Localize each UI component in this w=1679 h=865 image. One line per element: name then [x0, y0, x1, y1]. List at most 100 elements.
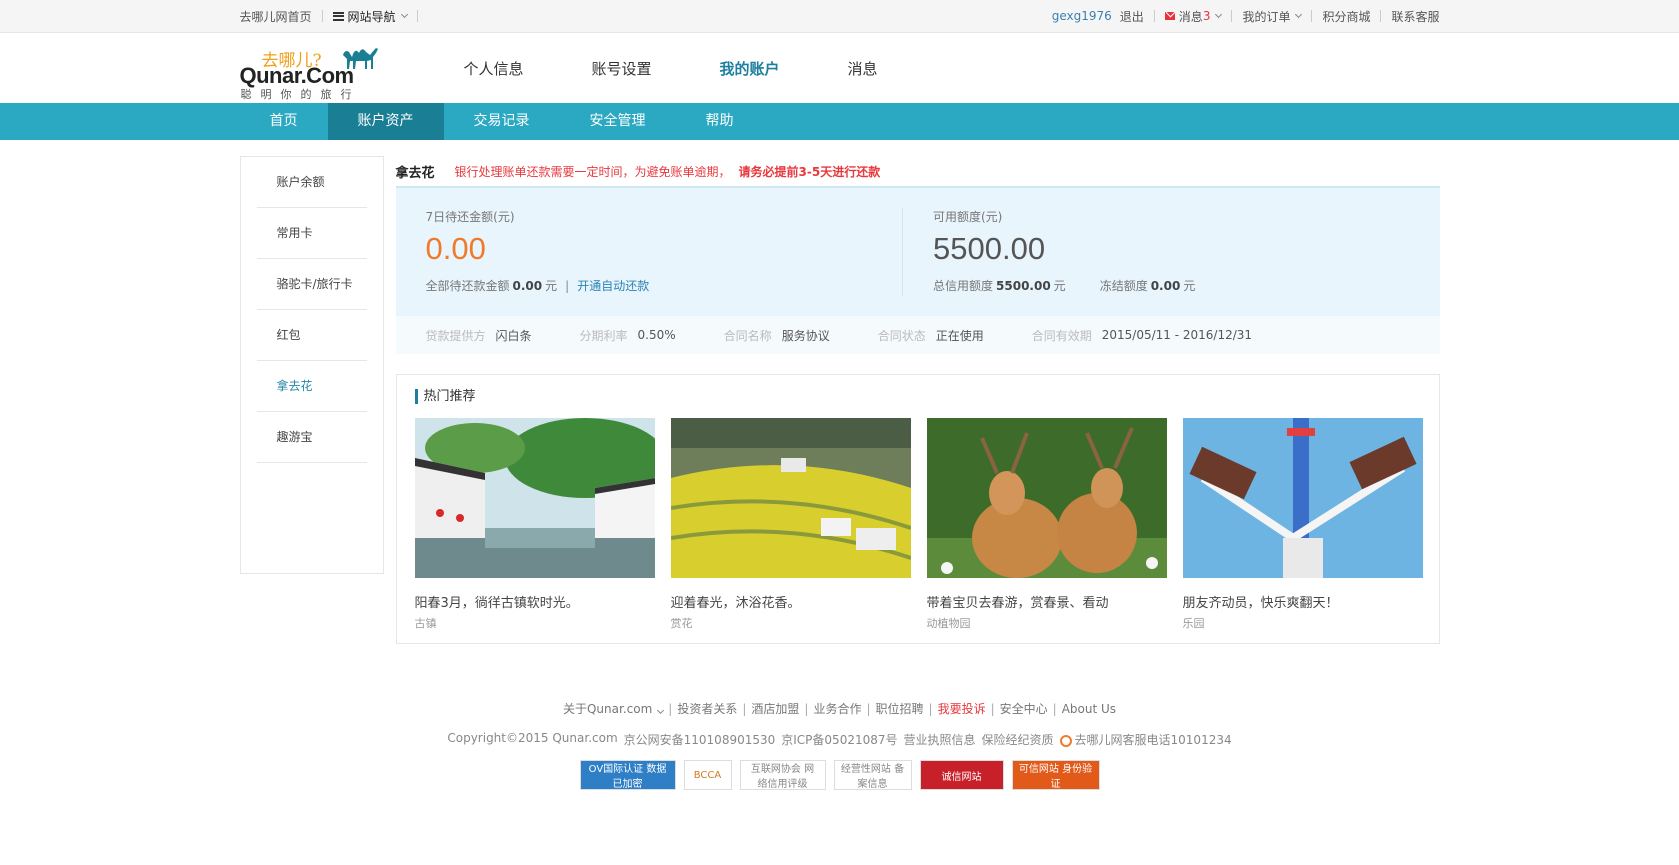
subnav-account-assets[interactable]: 账户资产	[327, 103, 444, 140]
provider-label: 贷款提供方	[425, 328, 486, 343]
divider	[416, 10, 418, 22]
trust-badges: OV国际认证 数据已加密 BCCA 互联网协会 网络信用评级 经营性网站 备案信…	[0, 760, 1679, 790]
footer-link-security[interactable]: 安全中心	[995, 700, 1053, 717]
card-tag: 动植物园	[926, 617, 971, 630]
contract-status-label: 合同状态	[877, 328, 926, 343]
notice-warning: 请务必提前3-5天进行还款	[738, 164, 881, 179]
sidebar-item-quyoubao[interactable]: 趣游宝	[256, 412, 367, 463]
sidebar-item-naquhua[interactable]: 拿去花	[256, 361, 367, 412]
badge-ov-cert[interactable]: OV国际认证 数据已加密	[579, 760, 676, 790]
footer-link-label: 关于Qunar.com	[562, 702, 653, 716]
unit-label: 元	[1053, 279, 1066, 293]
points-mall-link[interactable]: 积分商城	[1312, 8, 1380, 25]
sidebar-item-cards[interactable]: 常用卡	[256, 208, 367, 259]
qunar-logo[interactable]: 去哪儿? Qunar.Com 聪明你的旅行	[240, 38, 380, 101]
footer-link-about-us[interactable]: About Us	[1057, 702, 1121, 716]
logout-link[interactable]: 退出	[1116, 8, 1154, 25]
username: gexg1976	[1051, 9, 1112, 23]
nav-personal-info[interactable]: 个人信息	[430, 33, 558, 103]
orders-menu[interactable]: 我的订单	[1232, 8, 1311, 25]
credit-summary: 7日待还金额(元) 0.00 全部待还款金额 0.00 元 | 开通自动还款 可…	[395, 186, 1440, 316]
nav-messages[interactable]: 消息	[814, 33, 912, 103]
available-credit-label: 可用额度(元)	[933, 210, 1003, 224]
contract-period-label: 合同有效期	[1031, 328, 1092, 343]
orders-label: 我的订单	[1242, 9, 1291, 24]
frozen-credit-value: 0.00	[1150, 278, 1181, 293]
insurance-link[interactable]: 保险经纪资质	[982, 731, 1054, 748]
card-title: 带着宝贝去春游，赏春景、看动	[926, 596, 1109, 611]
contract-name-label: 合同名称	[723, 328, 772, 343]
notice-text: 银行处理账单还款需要一定时间，为避免账单逾期，	[454, 164, 731, 179]
credit-limit-summary: 可用额度(元) 5500.00 总信用额度 5500.00 元 冻结额度 0.0…	[902, 208, 1410, 296]
nav-account-settings[interactable]: 账号设置	[558, 33, 686, 103]
available-credit-value: 5500.00	[933, 231, 1046, 266]
footer-link-complaint[interactable]: 我要投诉	[933, 700, 991, 717]
total-repay-value: 0.00	[512, 278, 543, 293]
badge-credit-site[interactable]: 诚信网站	[919, 760, 1004, 790]
recommend-card[interactable]: 朋友齐动员，快乐爽翻天！ 乐园	[1182, 418, 1423, 631]
home-link[interactable]: 去哪儿网首页	[240, 8, 322, 25]
contract-status-value: 正在使用	[935, 328, 984, 343]
card-image-amusement-park	[1182, 418, 1423, 578]
phone-24h-icon	[1059, 734, 1072, 747]
sidebar-item-camel-card[interactable]: 骆驼卡/旅行卡	[256, 259, 367, 310]
page-title: 拿去花	[395, 165, 435, 181]
unit-label: 元	[1183, 279, 1196, 293]
subnav-home[interactable]: 首页	[240, 103, 328, 140]
rate-label: 分期利率	[579, 328, 628, 343]
sidebar-item-balance[interactable]: 账户余额	[256, 157, 367, 208]
contract-info: 贷款提供方 闪白条 分期利率 0.50% 合同名称 服务协议 合同状态 正在使用…	[395, 316, 1440, 354]
hotline-label: 去哪儿网客服电话10101234	[1074, 733, 1232, 747]
notice-bar: 拿去花 银行处理账单还款需要一定时间，为避免账单逾期， 请务必提前3-5天进行还…	[396, 156, 1440, 186]
sidebar-item-red-packet[interactable]: 红包	[256, 310, 367, 361]
footer-link-jobs[interactable]: 职位招聘	[871, 700, 929, 717]
recommend-card[interactable]: 带着宝贝去春游，赏春景、看动 动植物园	[926, 418, 1167, 631]
card-image-deer	[926, 418, 1167, 578]
recommend-card[interactable]: 阳春3月，徜徉古镇软时光。 古镇	[414, 418, 655, 631]
chevron-down-icon	[1295, 10, 1303, 19]
provider-value: 闪白条	[495, 328, 532, 343]
auto-repay-link[interactable]: 开通自动还款	[577, 277, 649, 294]
footer-link-hotel-join[interactable]: 酒店加盟	[746, 700, 804, 717]
card-image-flowers	[670, 418, 911, 578]
recommend-card[interactable]: 迎着春光，沐浴花香。 赏花	[670, 418, 911, 631]
username-link[interactable]: gexg1976	[1052, 9, 1116, 23]
footer-link-investors[interactable]: 投资者关系	[672, 700, 742, 717]
footer-copyright: Copyright©2015 Qunar.com 京公网安备1101089015…	[0, 731, 1679, 748]
icp-link-2[interactable]: 京ICP备05021087号	[781, 731, 897, 748]
logo-slogan: 聪明你的旅行	[240, 88, 361, 101]
total-credit-value: 5500.00	[996, 278, 1051, 293]
card-tag: 乐园	[1182, 617, 1205, 630]
menu-icon	[332, 11, 344, 21]
badge-trusted-site[interactable]: 可信网站 身份验证	[1011, 760, 1100, 790]
main-panel: 拿去花 银行处理账单还款需要一定时间，为避免账单逾期， 请务必提前3-5天进行还…	[395, 156, 1440, 644]
footer: 关于Qunar.com | 投资者关系 | 酒店加盟 | 业务合作 | 职位招聘…	[0, 700, 1679, 790]
rate-value: 0.50%	[637, 328, 676, 342]
icp-link-1[interactable]: 京公网安备110108901530	[624, 731, 776, 748]
chevron-down-icon	[657, 706, 665, 715]
nav-my-account[interactable]: 我的账户	[686, 33, 814, 103]
divider: |	[565, 278, 570, 293]
sidebar: 账户余额 常用卡 骆驼卡/旅行卡 红包 拿去花 趣游宝	[239, 156, 384, 574]
subnav-transactions[interactable]: 交易记录	[444, 103, 560, 140]
card-title: 朋友齐动员，快乐爽翻天！	[1182, 596, 1339, 611]
badge-bcca[interactable]: BCCA	[683, 760, 732, 790]
contract-period-value: 2015/05/11 - 2016/12/31	[1101, 328, 1253, 342]
frozen-credit-label: 冻结额度	[1099, 279, 1148, 293]
footer-link-about[interactable]: 关于Qunar.com	[558, 700, 668, 717]
subnav-help[interactable]: 帮助	[676, 103, 764, 140]
messages-label: 消息	[1178, 9, 1203, 24]
customer-service-link[interactable]: 联系客服	[1381, 8, 1439, 25]
top-bar: 去哪儿网首页 网站导航 gexg1976 退出 消息 3 我的订单 积分商城 联…	[0, 0, 1679, 33]
badge-business-site[interactable]: 经营性网站 备案信息	[833, 760, 912, 790]
footer-link-business[interactable]: 业务合作	[808, 700, 866, 717]
messages-menu[interactable]: 消息 3	[1155, 8, 1232, 25]
chevron-down-icon	[1215, 10, 1223, 19]
license-link[interactable]: 营业执照信息	[904, 731, 976, 748]
sub-nav: 首页 账户资产 交易记录 安全管理 帮助	[0, 103, 1679, 140]
subnav-security[interactable]: 安全管理	[560, 103, 676, 140]
badge-internet-association[interactable]: 互联网协会 网络信用评级	[739, 760, 826, 790]
site-nav-menu[interactable]: 网站导航	[323, 8, 417, 25]
copyright-text: Copyright©2015 Qunar.com	[447, 731, 618, 745]
service-agreement-link[interactable]: 服务协议	[782, 327, 830, 344]
